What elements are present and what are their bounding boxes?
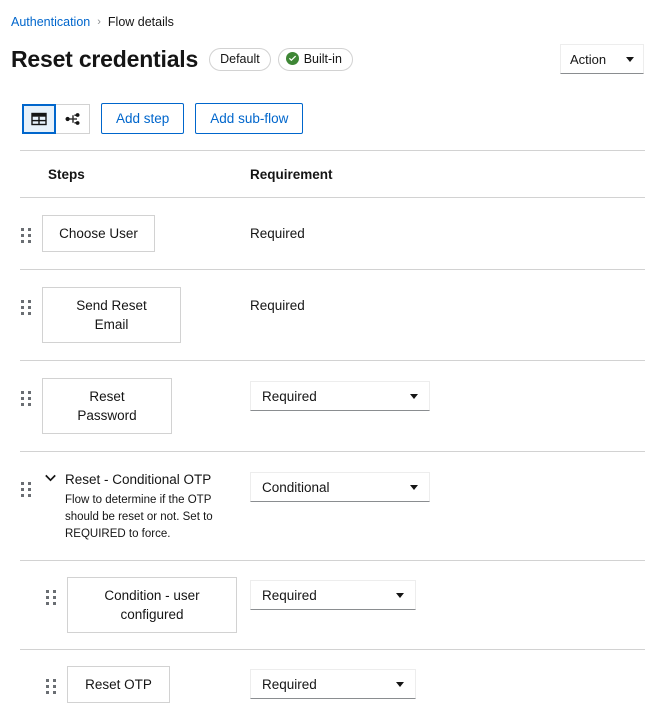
requirement-select[interactable]: Conditional xyxy=(250,472,430,502)
chevron-down-icon[interactable] xyxy=(42,470,58,486)
badge-label-default: Default xyxy=(220,51,260,67)
grip-vertical-icon[interactable] xyxy=(45,589,57,606)
grip-vertical-icon[interactable] xyxy=(20,227,32,244)
caret-down-icon xyxy=(396,593,404,598)
requirement-select[interactable]: Required xyxy=(250,381,430,411)
row-cell-requirement: Required xyxy=(250,577,645,610)
step-box[interactable]: Choose User xyxy=(42,215,155,252)
breadcrumb-current-flow-details: Flow details xyxy=(108,14,174,30)
grip-vertical-icon[interactable] xyxy=(20,390,32,407)
requirement-select-value: Required xyxy=(262,389,317,404)
step-box[interactable]: Reset OTP xyxy=(67,666,170,703)
status-badge-default: Default xyxy=(209,48,271,71)
breadcrumb-separator-icon: › xyxy=(97,14,101,30)
action-dropdown-label: Action xyxy=(570,52,606,67)
table-row: Send Reset Email Required xyxy=(20,270,645,360)
breadcrumb-link-authentication[interactable]: Authentication xyxy=(11,14,90,30)
row-cell-requirement: Conditional xyxy=(250,469,645,502)
grip-vertical-icon[interactable] xyxy=(45,678,57,695)
row-cell-steps: Reset - Conditional OTP Flow to determin… xyxy=(20,469,250,543)
row-cell-steps: Condition - user configured xyxy=(20,577,250,633)
check-circle-icon xyxy=(286,52,299,65)
requirement-static-text: Required xyxy=(250,290,645,315)
requirement-select-value: Conditional xyxy=(262,480,330,495)
row-cell-requirement: Required xyxy=(250,287,645,315)
row-cell-requirement: Required xyxy=(250,215,645,243)
status-badge-built-in: Built-in xyxy=(278,48,353,71)
table-row: Condition - user configured Required xyxy=(20,561,645,649)
add-subflow-button[interactable]: Add sub-flow xyxy=(195,103,303,134)
caret-down-icon xyxy=(626,57,634,62)
step-box[interactable]: Send Reset Email xyxy=(42,287,181,343)
requirement-select-value: Required xyxy=(262,588,317,603)
page-header: Reset credentials Default Built-in Actio… xyxy=(0,30,656,76)
badge-group: Default Built-in xyxy=(209,48,353,71)
table-icon xyxy=(31,111,47,127)
caret-down-icon xyxy=(396,682,404,687)
breadcrumb: Authentication › Flow details xyxy=(0,0,656,30)
requirement-select[interactable]: Required xyxy=(250,580,416,610)
table-row: Choose User Required xyxy=(20,198,645,269)
subflow-text-block: Reset - Conditional OTP Flow to determin… xyxy=(65,469,215,543)
row-cell-steps: Reset Password xyxy=(20,378,250,434)
grip-vertical-icon[interactable] xyxy=(20,481,32,498)
view-toggle-group xyxy=(22,104,90,134)
row-cell-requirement: Required xyxy=(250,666,645,699)
requirement-static-text: Required xyxy=(250,218,645,243)
toggle-table-view[interactable] xyxy=(22,104,56,134)
grip-vertical-icon[interactable] xyxy=(20,299,32,316)
table-row: Reset Password Required xyxy=(20,361,645,451)
table-header-row: Steps Requirement xyxy=(20,151,645,197)
row-cell-steps: Send Reset Email xyxy=(20,287,250,343)
requirement-select[interactable]: Required xyxy=(250,669,416,699)
topology-icon xyxy=(65,111,81,127)
table-row: Reset OTP Required xyxy=(20,650,645,713)
table-row-subflow: Reset - Conditional OTP Flow to determin… xyxy=(20,452,645,560)
subflow-description: Flow to determine if the OTP should be r… xyxy=(65,492,215,543)
page-title: Reset credentials xyxy=(11,46,198,73)
subflow-title[interactable]: Reset - Conditional OTP xyxy=(65,471,215,489)
row-cell-steps: Reset OTP xyxy=(20,666,250,703)
step-box[interactable]: Reset Password xyxy=(42,378,172,434)
step-box[interactable]: Condition - user configured xyxy=(67,577,237,633)
caret-down-icon xyxy=(410,394,418,399)
requirement-select-value: Required xyxy=(262,677,317,692)
toggle-tree-view[interactable] xyxy=(56,104,90,134)
badge-label-built-in: Built-in xyxy=(304,51,342,67)
flow-toolbar: Add step Add sub-flow xyxy=(0,76,656,134)
action-dropdown[interactable]: Action xyxy=(560,44,644,74)
column-header-steps: Steps xyxy=(20,167,250,182)
add-step-button[interactable]: Add step xyxy=(101,103,184,134)
column-header-requirement: Requirement xyxy=(250,167,645,182)
row-cell-requirement: Required xyxy=(250,378,645,411)
flow-steps-table: Steps Requirement Choose User Required xyxy=(0,150,656,713)
caret-down-icon xyxy=(410,485,418,490)
row-cell-steps: Choose User xyxy=(20,215,250,252)
